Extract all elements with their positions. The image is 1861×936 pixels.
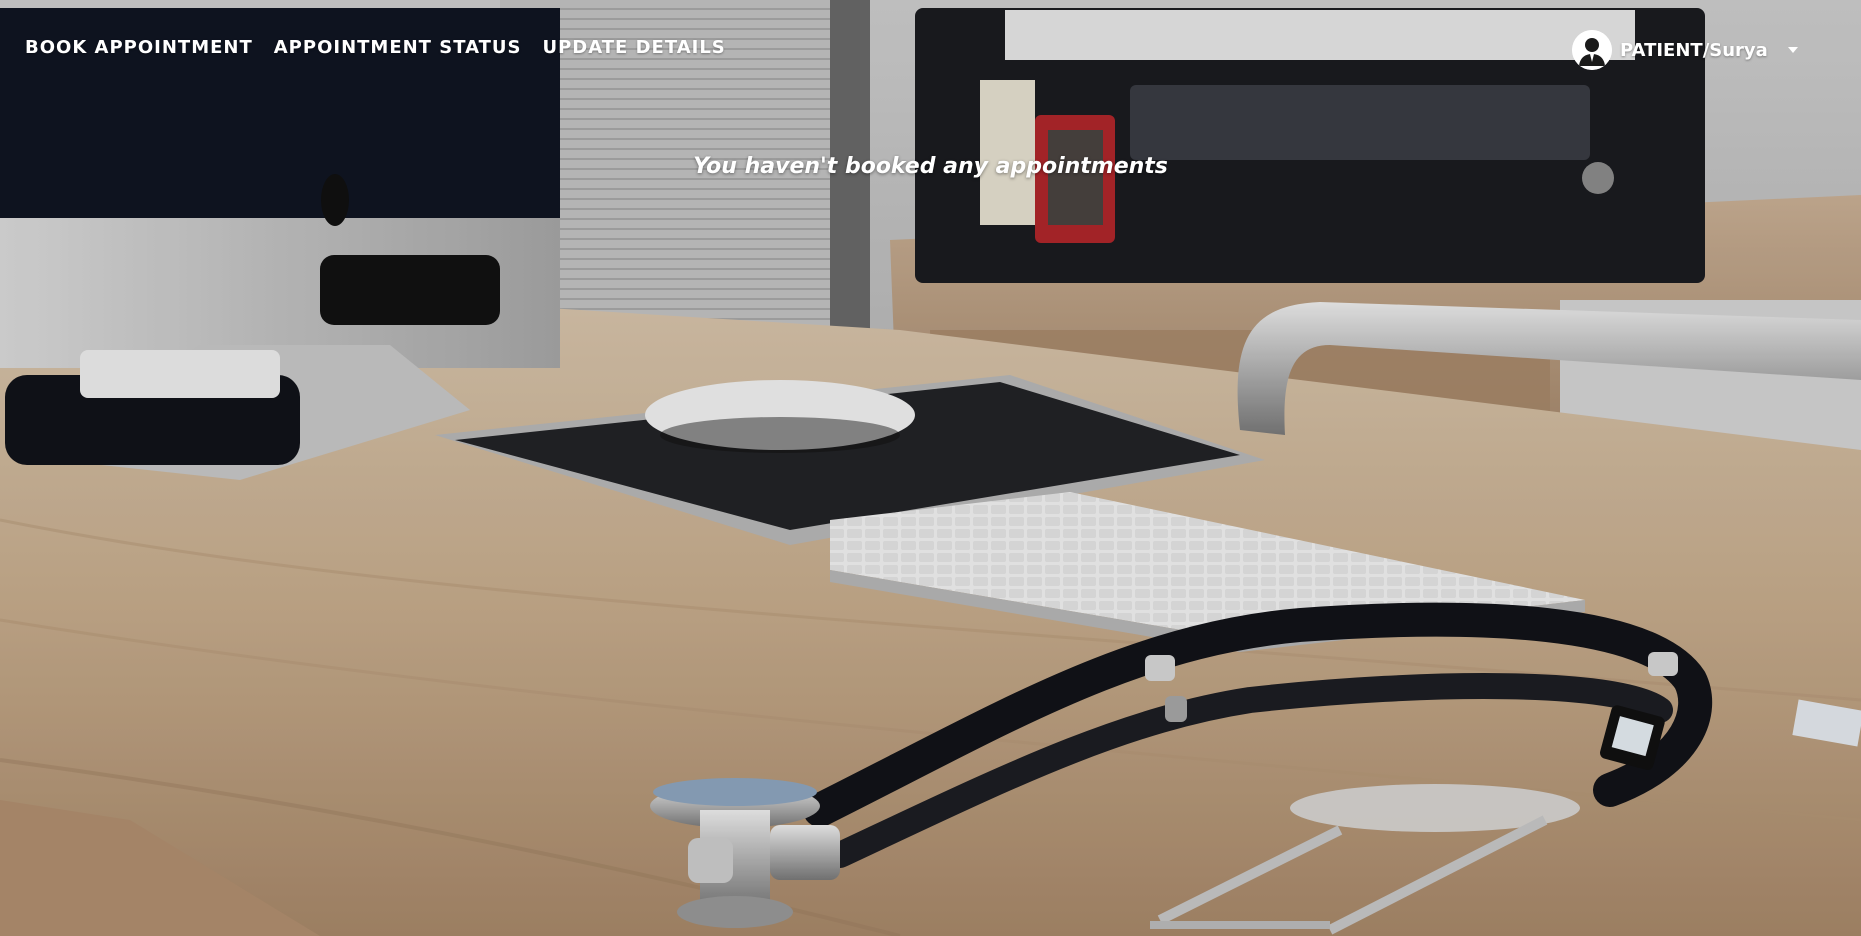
user-avatar-icon (1572, 30, 1612, 70)
top-navbar: BOOK APPOINTMENT APPOINTMENT STATUS UPDA… (0, 0, 1861, 104)
app-root: BOOK APPOINTMENT APPOINTMENT STATUS UPDA… (0, 0, 1861, 936)
nav-links: BOOK APPOINTMENT APPOINTMENT STATUS UPDA… (25, 37, 726, 58)
background-photo (0, 0, 1861, 936)
nav-update-details[interactable]: UPDATE DETAILS (542, 37, 725, 58)
empty-appointments-message: You haven't booked any appointments (693, 154, 1168, 179)
nav-appointment-status[interactable]: APPOINTMENT STATUS (274, 37, 522, 58)
nav-book-appointment[interactable]: BOOK APPOINTMENT (25, 37, 253, 58)
caret-down-icon (1787, 47, 1798, 53)
user-role-name: PATIENT/Surya (1620, 39, 1768, 61)
user-menu-dropdown[interactable]: PATIENT/Surya (1572, 30, 1798, 70)
